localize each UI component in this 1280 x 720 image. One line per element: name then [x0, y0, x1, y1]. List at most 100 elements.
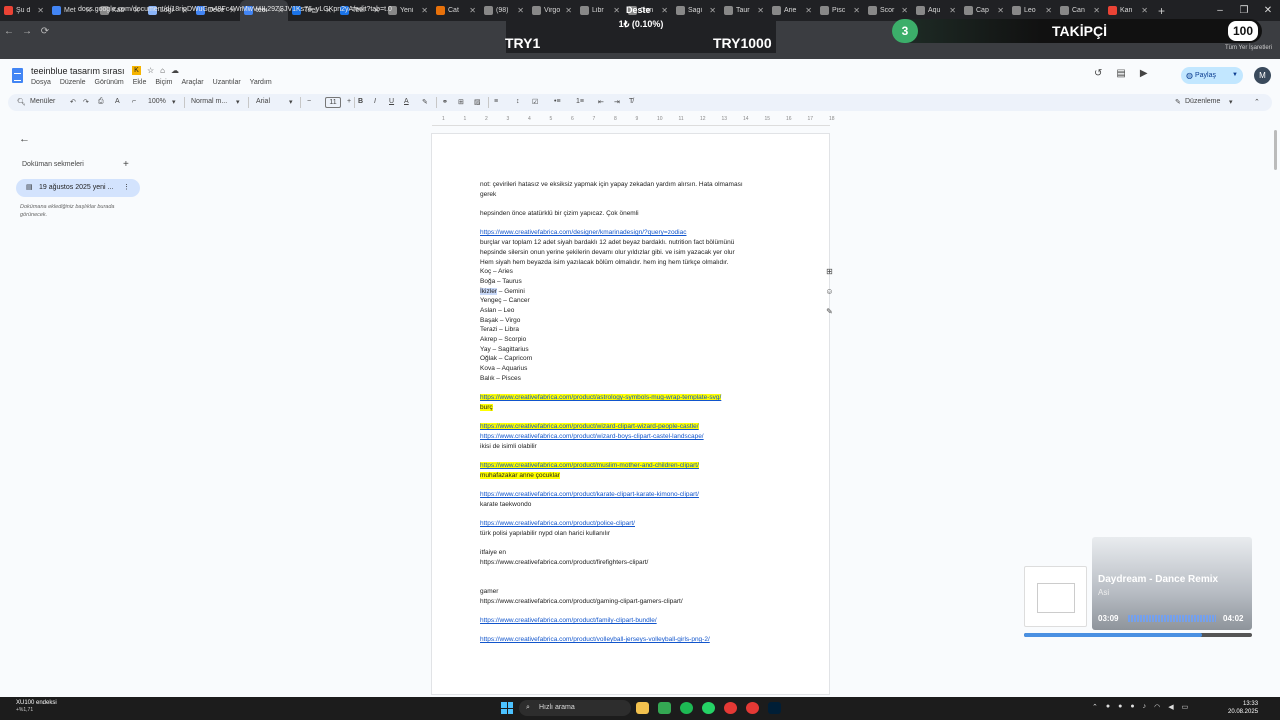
search-icon[interactable]: 🔍︎	[17, 98, 26, 106]
text-color-icon[interactable]: A	[404, 98, 409, 105]
edit-mode-select[interactable]: Düzenleme	[1185, 98, 1220, 105]
menu-item[interactable]: Dosya	[31, 79, 51, 86]
close-window-button[interactable]: ✕	[1256, 0, 1280, 21]
spellcheck-icon[interactable]: A	[115, 98, 120, 105]
browser-tab[interactable]: Cap ✕	[960, 0, 1008, 21]
italic-icon[interactable]: I	[374, 98, 376, 105]
menu-item[interactable]: Araçlar	[181, 79, 203, 86]
menu-item[interactable]: Görünüm	[95, 79, 124, 86]
close-tab-icon[interactable]: ✕	[661, 6, 668, 15]
close-tab-icon[interactable]: ✕	[949, 6, 956, 15]
history-icon[interactable]: ↺	[1094, 68, 1102, 79]
maximize-button[interactable]: ❐	[1232, 0, 1256, 21]
browser-tab[interactable]: Can ✕	[1056, 0, 1104, 21]
opera-icon[interactable]	[746, 702, 759, 714]
browser-tab[interactable]: Pisc ✕	[816, 0, 864, 21]
menu-item[interactable]: Düzenle	[60, 79, 86, 86]
docs-logo-icon[interactable]	[12, 68, 23, 83]
browser-tab[interactable]: Leo ✕	[1008, 0, 1056, 21]
style-select[interactable]: Normal m...	[191, 98, 227, 105]
reload-icon[interactable]: ⟳	[36, 26, 54, 37]
more-options-icon[interactable]: ⋮	[123, 179, 130, 197]
forward-nav-icon[interactable]: →	[18, 26, 36, 37]
scrollbar-thumb[interactable]	[1274, 130, 1277, 170]
add-comment-icon[interactable]: ⊞	[823, 266, 836, 278]
app-icon[interactable]	[724, 702, 737, 714]
url-input[interactable]: docs.google.com/document/d/18ripDWuGm48F…	[60, 3, 500, 17]
cloud-status-icon[interactable]: ☁	[171, 66, 179, 75]
close-tab-icon[interactable]: ✕	[1093, 6, 1100, 15]
ruler[interactable]: 1 1 2 3 4 5 6 7 8 9 10 11 12 13 14 15 16 17 18	[432, 116, 835, 126]
bullet-list-icon[interactable]: •≡	[554, 98, 561, 105]
browser-tab[interactable]: Aqu ✕	[912, 0, 960, 21]
close-tab-icon[interactable]: ✕	[613, 6, 620, 15]
whatsapp-icon[interactable]: ●	[1130, 703, 1134, 711]
photoshop-icon[interactable]	[768, 702, 781, 714]
close-tab-icon[interactable]: ✕	[37, 6, 44, 15]
spotify-icon[interactable]: ●	[1118, 703, 1122, 711]
chevron-down-icon[interactable]: ▼	[1232, 67, 1238, 84]
menu-item[interactable]: Ekle	[133, 79, 147, 86]
taskbar-clock[interactable]: 13:33 20.08.2025	[1228, 700, 1258, 716]
tray-app-icon[interactable]: ●	[1106, 703, 1110, 711]
line-spacing-icon[interactable]: ↕	[516, 98, 520, 105]
document-link[interactable]: https://www.creativefabrica.com/product/…	[480, 617, 657, 624]
bold-icon[interactable]: B	[358, 98, 363, 105]
chevron-down-icon[interactable]: ▾	[236, 98, 240, 106]
font-size-input[interactable]: 11	[325, 97, 341, 108]
browser-tab[interactable]: Scor ✕	[864, 0, 912, 21]
label-icon[interactable]: K	[132, 66, 141, 75]
volume-icon[interactable]: ◀	[1168, 703, 1173, 711]
close-tab-icon[interactable]: ✕	[517, 6, 524, 15]
document-link[interactable]: https://www.creativefabrica.com/product/…	[480, 423, 699, 431]
taskbar-search[interactable]: ⌕ Hızlı arama	[519, 700, 631, 716]
add-comment-icon[interactable]: ⊞	[458, 98, 464, 106]
link-icon[interactable]: ⚭	[442, 98, 448, 106]
clear-format-icon[interactable]: T̸	[629, 98, 633, 105]
font-size-decrease[interactable]: −	[307, 98, 311, 105]
image-icon[interactable]: ▨	[474, 98, 481, 106]
close-tab-icon[interactable]: ✕	[805, 6, 812, 15]
close-tab-icon[interactable]: ✕	[853, 6, 860, 15]
waveform[interactable]	[1128, 615, 1216, 622]
chevron-down-icon[interactable]: ▾	[289, 98, 293, 106]
document-link[interactable]: https://www.creativefabrica.com/product/…	[480, 520, 635, 527]
document-link[interactable]: https://www.creativefabrica.com/designer…	[480, 229, 686, 236]
scrollbar[interactable]	[1273, 128, 1278, 698]
doc-tab-item[interactable]: ▤ 19 ağustos 2025 yeni ... ⋮	[16, 179, 140, 197]
wifi-icon[interactable]: ◠	[1154, 703, 1160, 711]
back-nav-icon[interactable]: ←	[0, 26, 18, 37]
whatsapp-icon[interactable]	[702, 702, 715, 714]
star-icon[interactable]: ☆	[147, 66, 154, 75]
close-tab-icon[interactable]: ✕	[757, 6, 764, 15]
document-link[interactable]: https://www.creativefabrica.com/product/…	[480, 461, 699, 469]
checklist-icon[interactable]: ☑	[532, 98, 538, 106]
menu-item[interactable]: Yardım	[250, 79, 272, 86]
redo-icon[interactable]: ↷	[83, 98, 89, 106]
menu-item[interactable]: Uzantılar	[213, 79, 241, 86]
indent-decrease-icon[interactable]: ⇤	[598, 98, 604, 106]
suggest-edit-icon[interactable]: ✎	[823, 306, 836, 318]
collapse-menu-icon[interactable]: ⌃	[1254, 98, 1260, 106]
paint-format-icon[interactable]: ⌐	[132, 98, 136, 105]
font-size-increase[interactable]: +	[347, 98, 351, 105]
comments-icon[interactable]: ▤	[1116, 68, 1125, 79]
avatar[interactable]: M	[1254, 67, 1271, 84]
font-select[interactable]: Arial	[256, 98, 270, 105]
chevron-down-icon[interactable]: ▾	[172, 98, 176, 106]
stock-widget[interactable]: XU100 endeksi +%1,71	[16, 700, 57, 713]
numbered-list-icon[interactable]: 1≡	[576, 98, 584, 105]
document-link[interactable]: https://www.creativefabrica.com/product/…	[480, 433, 704, 440]
browser-tab[interactable]: Şu d ✕	[0, 0, 48, 21]
chevron-down-icon[interactable]: ▾	[1229, 98, 1233, 106]
highlight-icon[interactable]: ✎	[422, 98, 428, 106]
undo-icon[interactable]: ↶	[70, 98, 76, 106]
file-explorer-icon[interactable]	[636, 702, 649, 714]
close-tab-icon[interactable]: ✕	[709, 6, 716, 15]
add-tab-button[interactable]: +	[123, 159, 129, 170]
chrome-icon[interactable]	[658, 702, 671, 714]
close-tab-icon[interactable]: ✕	[1141, 6, 1148, 15]
menu-search-label[interactable]: Menüler	[30, 98, 55, 105]
close-tab-icon[interactable]: ✕	[901, 6, 908, 15]
album-thumbnail[interactable]	[1024, 566, 1087, 627]
